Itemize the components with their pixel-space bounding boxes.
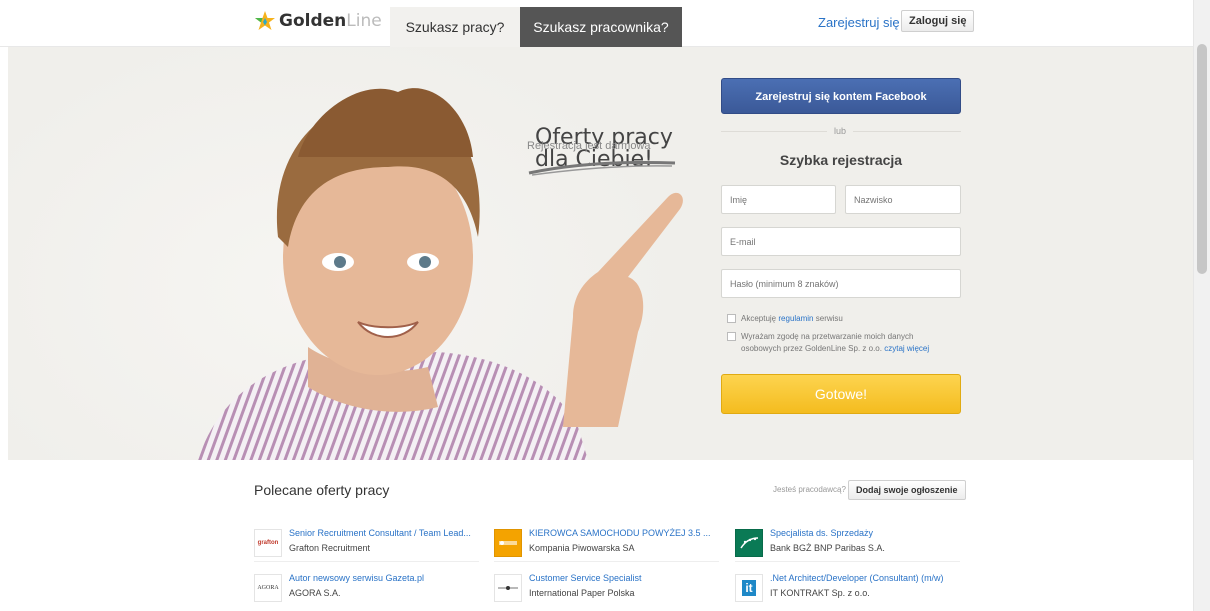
company-logo [494,529,522,557]
bnp-stars-logo-icon [740,537,759,549]
terms-prefix: Akceptuję [741,314,777,323]
company-logo [494,574,522,602]
scrollbar-thumb[interactable] [1197,44,1207,274]
job-offer-item[interactable]: it .Net Architect/Developer (Consultant)… [735,571,965,609]
terms-link[interactable]: regulamin [778,314,813,323]
job-offer-item[interactable]: KIEROWCA SAMOCHODU POWYŻEJ 3.5 ... Kompa… [494,526,724,564]
register-link[interactable]: Zarejestruj się [818,15,900,30]
submit-button[interactable]: Gotowe! [721,374,961,414]
login-button[interactable]: Zaloguj się [901,10,975,32]
recommended-jobs-title: Polecane oferty pracy [254,482,390,498]
company-logo [735,529,763,557]
employer-question: Jesteś pracodawcą? [773,485,846,494]
tab-job-seeker[interactable]: Szukasz pracy? [390,7,520,47]
job-company: AGORA S.A. [289,588,341,598]
tab-employer[interactable]: Szukasz pracownika? [520,7,682,47]
grafton-logo-text: grafton [257,540,279,546]
job-company: International Paper Polska [529,588,635,598]
facebook-register-button[interactable]: Zarejestruj się kontem Facebook [721,78,961,114]
logo-text-light: Line [346,11,382,31]
job-title-link[interactable]: Autor newsowy serwisu Gazeta.pl [289,573,424,583]
job-company: Kompania Piwowarska SA [529,543,635,553]
job-title-link[interactable]: Customer Service Specialist [529,573,642,583]
consent-label: Wyrażam zgodę na przetwarzanie moich dan… [741,331,947,355]
job-title-link[interactable]: .Net Architect/Developer (Consultant) (m… [770,573,944,583]
job-offer-item[interactable]: Customer Service Specialist Internationa… [494,571,724,609]
consent-read-more-link[interactable]: czytaj więcej [884,344,929,353]
consent-checkbox[interactable] [727,332,736,341]
job-company: Grafton Recruitment [289,543,371,553]
agora-logo-text: AGORA [257,585,279,591]
consent-checkbox-row: Wyrażam zgodę na przetwarzanie moich dan… [727,331,947,355]
password-field[interactable] [721,269,961,298]
top-header: Golden Line Szukasz pracy? Szukasz pracow… [0,0,1193,47]
job-company: Bank BGŻ BNP Paribas S.A. [770,543,885,553]
job-title-link[interactable]: KIEROWCA SAMOCHODU POWYŻEJ 3.5 ... [529,528,711,538]
job-separator [254,561,479,562]
job-title-link[interactable]: Senior Recruitment Consultant / Team Lea… [289,528,471,538]
job-title-link[interactable]: Specjalista ds. Sprzedaży [770,528,873,538]
goldenline-logo[interactable]: Golden Line [254,10,382,32]
or-label: lub [827,124,853,138]
it-kontrakt-logo-text: it [742,580,756,596]
job-offer-item[interactable]: grafton Senior Recruitment Consultant / … [254,526,484,564]
job-separator [735,561,960,562]
terms-checkbox[interactable] [727,314,736,323]
scribble-underline-icon [528,160,676,176]
last-name-field[interactable] [845,185,961,214]
add-job-posting-button[interactable]: Dodaj swoje ogłoszenie [848,480,966,500]
terms-checkbox-row: Akceptuję regulamin serwisu [727,313,843,325]
quick-registration-title: Szybka rejestracja [779,152,903,168]
company-logo: it [735,574,763,602]
terms-label: Akceptuję regulamin serwisu [741,313,843,325]
logo-text-bold: Golden [279,11,347,31]
email-field[interactable] [721,227,961,256]
job-separator [494,561,719,562]
terms-suffix: serwisu [815,314,843,323]
company-logo: AGORA [254,574,282,602]
kompania-logo-icon [499,541,517,545]
first-name-field[interactable] [721,185,836,214]
job-company: IT KONTRAKT Sp. z o.o. [770,588,870,598]
vertical-scrollbar[interactable] [1193,0,1210,611]
job-offer-item[interactable]: Specjalista ds. Sprzedaży Bank BGŻ BNP P… [735,526,965,564]
company-logo: grafton [254,529,282,557]
job-offer-item[interactable]: AGORA Autor newsowy serwisu Gazeta.pl AG… [254,571,484,609]
hero-section: Oferty pracy dla Ciebie! [8,47,1193,460]
star-logo-icon [255,11,275,30]
international-paper-logo-icon [498,586,518,590]
hero-subtitle: Rejestracja jest darmowa [527,140,651,152]
